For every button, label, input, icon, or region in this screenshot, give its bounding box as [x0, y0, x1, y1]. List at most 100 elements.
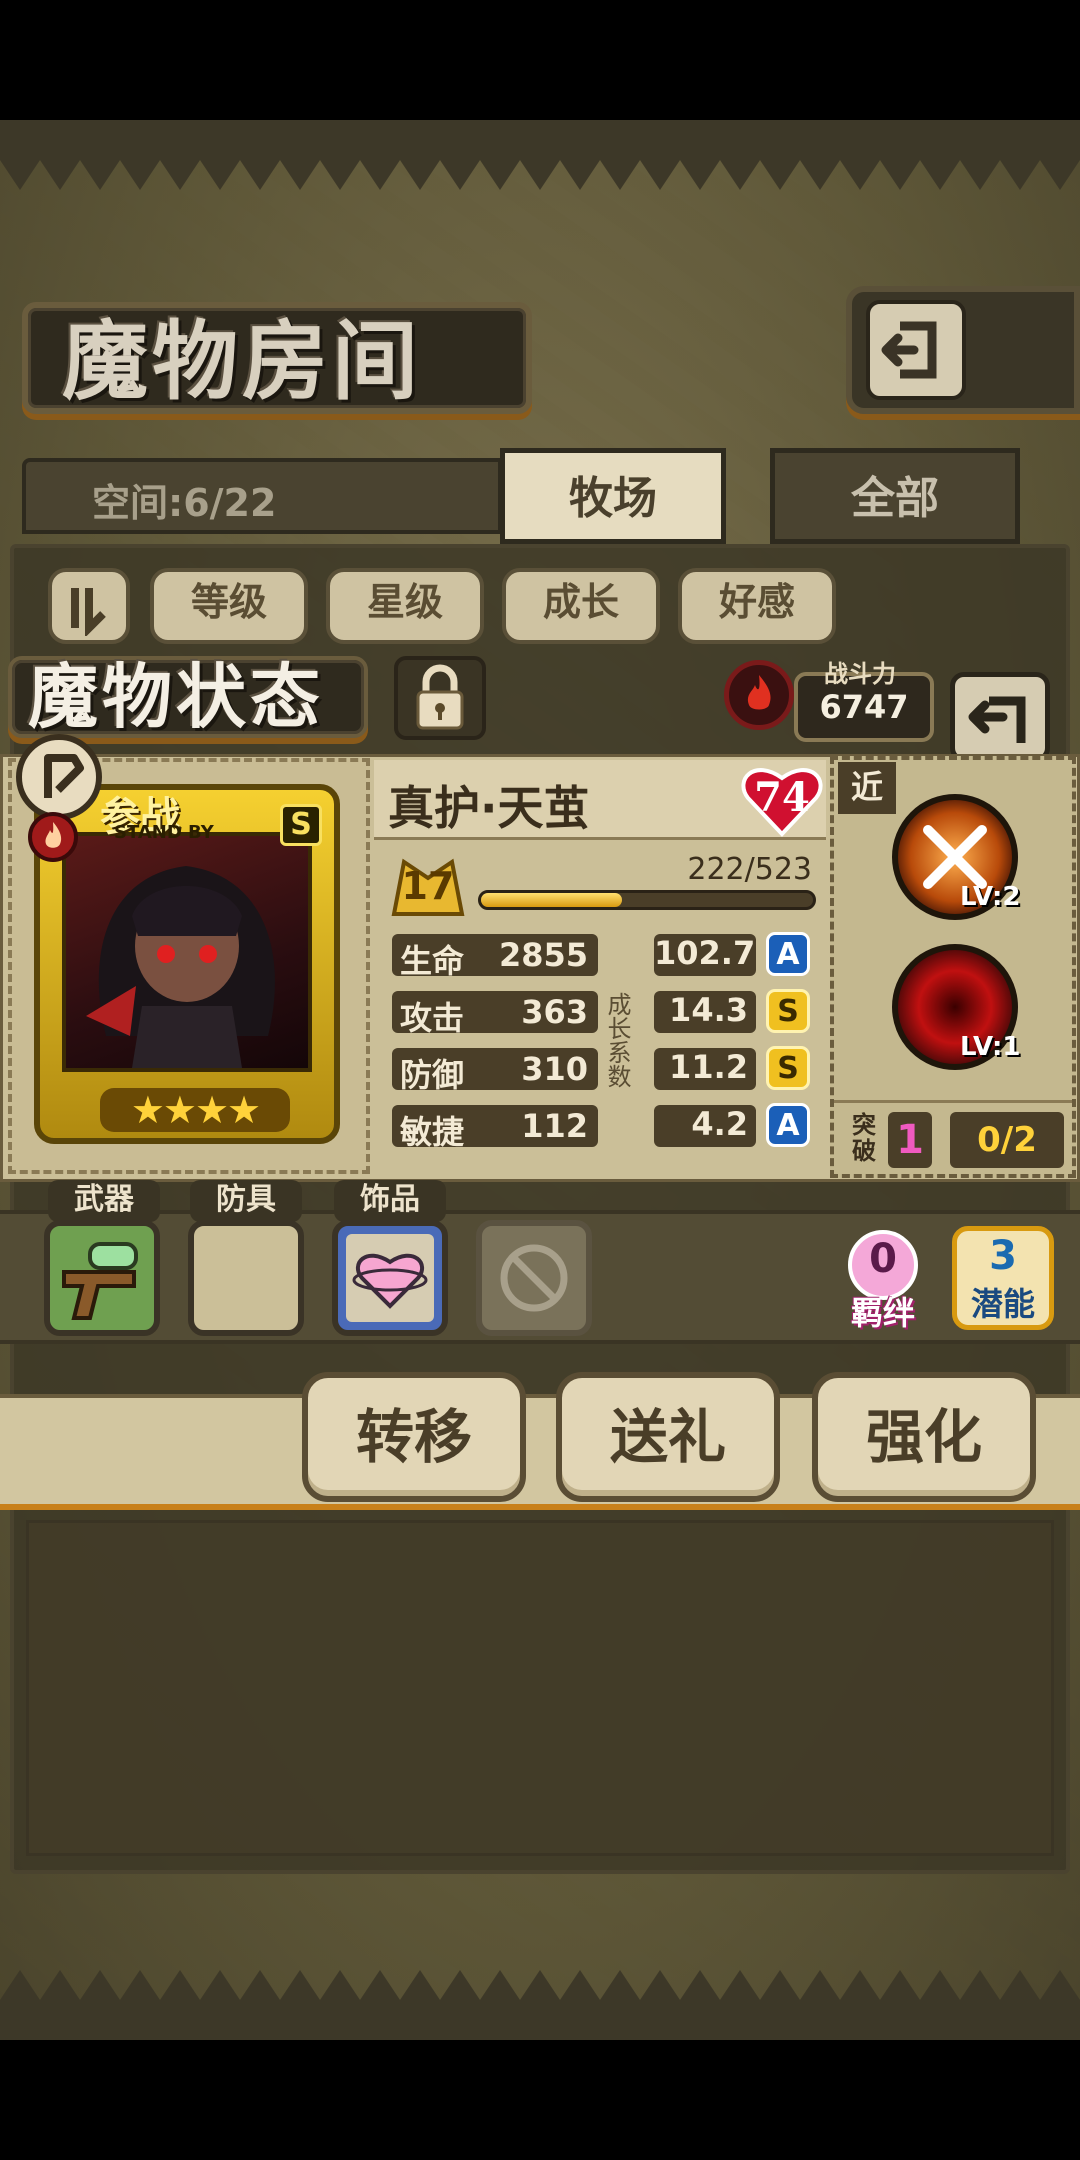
- sort-by-level-label: 等级: [190, 580, 267, 624]
- stat-value: 310: [521, 1050, 588, 1088]
- stat-name: 防御: [400, 1056, 465, 1094]
- bond-value: 0: [869, 1236, 897, 1282]
- top-black-bar: [0, 0, 1080, 120]
- back-button[interactable]: [846, 286, 1080, 414]
- dark-vortex-icon: [898, 950, 899, 951]
- accessory-slot-inner: [346, 1234, 434, 1322]
- portrait-gold-frame: 参战 STAND BY S ★★★★: [34, 784, 340, 1144]
- bond-label: 羁绊: [850, 1294, 915, 1332]
- combat-power-label: 战斗力: [824, 660, 896, 688]
- padlock-icon: [416, 664, 464, 730]
- bottom-black-bar: [0, 2040, 1080, 2160]
- gift-button[interactable]: 送礼: [556, 1372, 780, 1502]
- level-badge: 17: [390, 856, 466, 918]
- exp-text: 222/523: [687, 852, 812, 887]
- stat-label-box: 生命 2855: [392, 934, 598, 980]
- transfer-button[interactable]: 转移: [302, 1372, 526, 1502]
- sort-by-affection[interactable]: 好感: [678, 568, 836, 644]
- sort-by-growth-label: 成长: [542, 580, 619, 624]
- combat-power-box: 战斗力 6747: [794, 660, 934, 742]
- dark-haired-monster-avatar: [86, 866, 275, 1068]
- sort-by-star[interactable]: 星级: [326, 568, 484, 644]
- stat-label-box: 敏捷 112: [392, 1105, 598, 1151]
- top-zigzag-border: [0, 120, 1080, 190]
- growth-grade-badge: S: [766, 989, 810, 1033]
- star-rating: ★★★★: [100, 1088, 290, 1132]
- list-empty-area: [26, 1520, 1054, 1856]
- tab-ranch[interactable]: 牧场: [500, 448, 726, 544]
- tab-all-label: 全部: [851, 473, 939, 524]
- potential-label: 潜能: [970, 1285, 1035, 1323]
- growth-coefficient-label: 成长系数: [603, 992, 631, 1088]
- skills-divider: [834, 1100, 1072, 1103]
- potential-value: 3: [989, 1233, 1017, 1279]
- skills-panel: 近 LV:2 LV:1 突破 1 0/2: [830, 756, 1076, 1178]
- return-arrow-icon: [968, 696, 1026, 743]
- stat-name: 攻击: [400, 999, 465, 1037]
- stat-value: 2855: [498, 936, 588, 974]
- combat-power-value: 6747: [819, 688, 909, 726]
- accessory-slot[interactable]: [332, 1220, 448, 1336]
- element-badge: [724, 660, 794, 730]
- status-title: 魔物状态: [28, 655, 324, 738]
- rotate-view-button[interactable]: [16, 734, 102, 820]
- stat-label-box: 攻击 363: [392, 991, 598, 1037]
- stat-name: 敏捷: [400, 1113, 465, 1151]
- exp-bar: [478, 890, 816, 910]
- stat-name: 生命: [400, 942, 465, 980]
- fire-element-icon: [747, 675, 771, 710]
- stat-row: 敏捷 112 4.2 A: [388, 1101, 818, 1151]
- monster-portrait: [62, 832, 312, 1072]
- growth-value: 4.2: [654, 1105, 756, 1147]
- exp-bar-fill: [481, 893, 622, 907]
- potential-indicator[interactable]: 3 潜能: [952, 1226, 1054, 1330]
- growth-grade-badge: A: [766, 1103, 810, 1147]
- growth-value: 102.7: [654, 934, 756, 976]
- status-title-plate: 魔物状态: [8, 655, 368, 738]
- gift-button-label: 送礼: [609, 1403, 726, 1471]
- bond-indicator[interactable]: 0 羁绊: [840, 1230, 926, 1332]
- growth-grade-badge: A: [766, 932, 810, 976]
- page-title: 魔物房间: [62, 311, 422, 412]
- attack-type-label: 近: [838, 762, 896, 814]
- standby-en-label: STAND BY: [114, 822, 214, 843]
- affection-value: 74: [754, 774, 810, 821]
- lock-button[interactable]: [394, 656, 486, 740]
- sort-by-level[interactable]: 等级: [150, 568, 308, 644]
- armor-slot-label: 防具: [190, 1180, 302, 1222]
- bottom-zigzag-border: [0, 1970, 1080, 2040]
- growth-grade-badge: S: [766, 1046, 810, 1090]
- sort-toggle-icon: [71, 588, 106, 638]
- accessory-slot-label: 饰品: [334, 1180, 446, 1222]
- monster-name: 真护·天茧: [388, 781, 590, 835]
- stat-row: 生命 2855 102.7 A: [388, 930, 818, 980]
- skill-2-level: LV:1: [960, 1032, 1021, 1062]
- sort-order-toggle[interactable]: [48, 568, 130, 644]
- return-arrow-icon: [866, 300, 966, 400]
- skill-2[interactable]: LV:1: [892, 944, 1021, 1070]
- weapon-slot[interactable]: [44, 1220, 160, 1336]
- tab-ranch-label: 牧场: [569, 473, 657, 524]
- portrait-element-badge: [28, 812, 78, 862]
- armor-slot[interactable]: [188, 1220, 304, 1336]
- skill-1[interactable]: LV:2: [892, 794, 1021, 920]
- locked-slot: [476, 1220, 592, 1336]
- tilt-arrow-icon: [44, 754, 84, 798]
- page-title-plate: 魔物房间: [22, 302, 532, 414]
- breakthrough-label: 突破: [852, 1111, 876, 1165]
- disabled-slot-icon: [500, 1244, 568, 1312]
- status-close-button[interactable]: [950, 672, 1050, 762]
- sort-by-growth[interactable]: 成长: [502, 568, 660, 644]
- breakthrough-value: 1: [888, 1112, 932, 1168]
- growth-value: 11.2: [654, 1048, 756, 1090]
- level-value: 17: [401, 864, 455, 908]
- skill-1-level: LV:2: [960, 882, 1021, 912]
- water-gun-icon: [62, 1242, 138, 1320]
- enhance-button-label: 强化: [865, 1403, 982, 1471]
- heart-charm-icon: [352, 1253, 428, 1309]
- stat-value: 112: [521, 1107, 588, 1145]
- tab-all[interactable]: 全部: [770, 448, 1020, 544]
- affection-heart: 74: [740, 762, 824, 838]
- enhance-button[interactable]: 强化: [812, 1372, 1036, 1502]
- growth-value: 14.3: [654, 991, 756, 1033]
